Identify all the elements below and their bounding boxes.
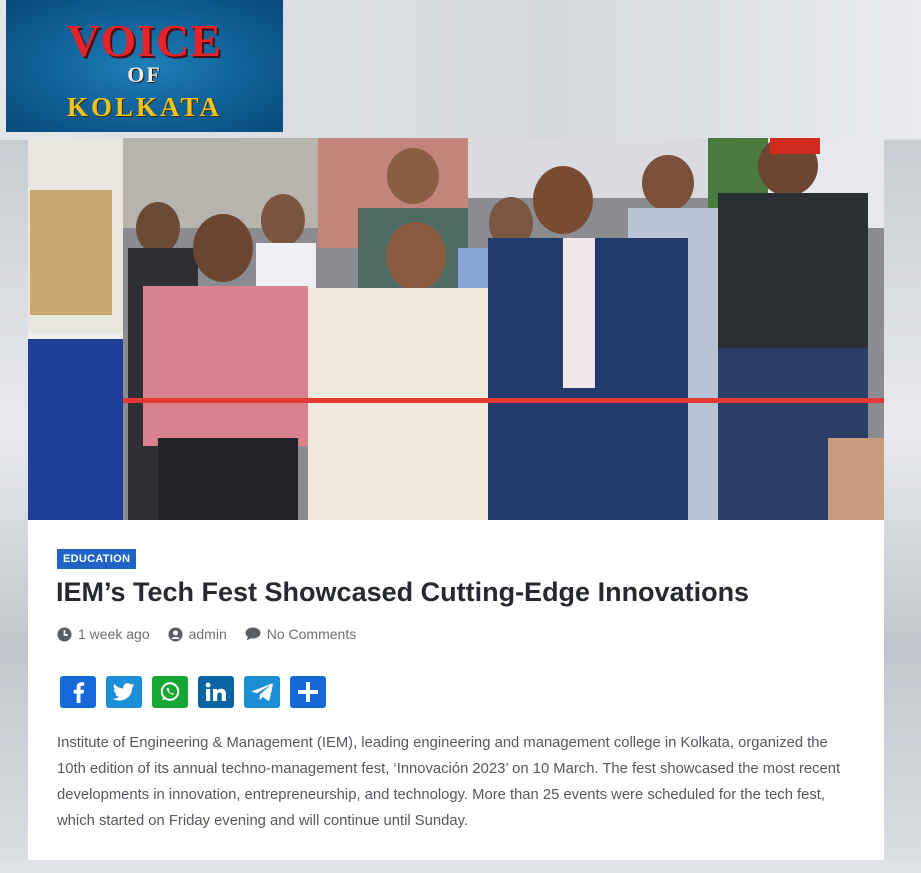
- article-body: Institute of Engineering & Management (I…: [57, 735, 841, 829]
- article-title[interactable]: IEM’s Tech Fest Showcased Cutting-Edge I…: [56, 574, 856, 610]
- post-date-text: 1 week ago: [78, 626, 150, 642]
- post-date[interactable]: 1 week ago: [57, 626, 150, 642]
- category-badge[interactable]: EDUCATION: [57, 549, 137, 569]
- post-comments[interactable]: No Comments: [245, 626, 356, 642]
- telegram-icon: [251, 683, 273, 701]
- linkedin-icon: [205, 682, 226, 701]
- twitter-icon: [113, 683, 135, 701]
- background-right: [884, 140, 921, 860]
- user-icon: [168, 626, 183, 642]
- article-card: EDUCATION IEM’s Tech Fest Showcased Cutt…: [28, 138, 884, 860]
- facebook-icon: [73, 682, 85, 703]
- post-author-text: admin: [188, 626, 227, 642]
- featured-image: [28, 138, 884, 520]
- share-facebook-button[interactable]: [60, 676, 96, 708]
- share-bar: [60, 676, 336, 708]
- share-plus-icon: [298, 682, 318, 702]
- share-more-button[interactable]: [290, 676, 326, 708]
- logo-line-1: VOICE: [67, 15, 222, 66]
- logo-line-3: KOLKATA: [66, 92, 222, 122]
- comment-icon: [245, 627, 261, 641]
- share-telegram-button[interactable]: [244, 676, 280, 708]
- site-logo[interactable]: VOICE OF KOLKATA: [6, 0, 283, 132]
- share-whatsapp-button[interactable]: [152, 676, 188, 708]
- article-meta: 1 week ago admin No Comments: [57, 624, 374, 644]
- whatsapp-icon: [160, 682, 180, 701]
- post-author[interactable]: admin: [168, 626, 227, 642]
- background-left: [0, 140, 30, 860]
- clock-icon: [57, 626, 72, 642]
- share-linkedin-button[interactable]: [198, 676, 234, 708]
- share-twitter-button[interactable]: [106, 676, 142, 708]
- post-comments-text: No Comments: [266, 626, 357, 642]
- logo-line-2: OF: [127, 62, 162, 87]
